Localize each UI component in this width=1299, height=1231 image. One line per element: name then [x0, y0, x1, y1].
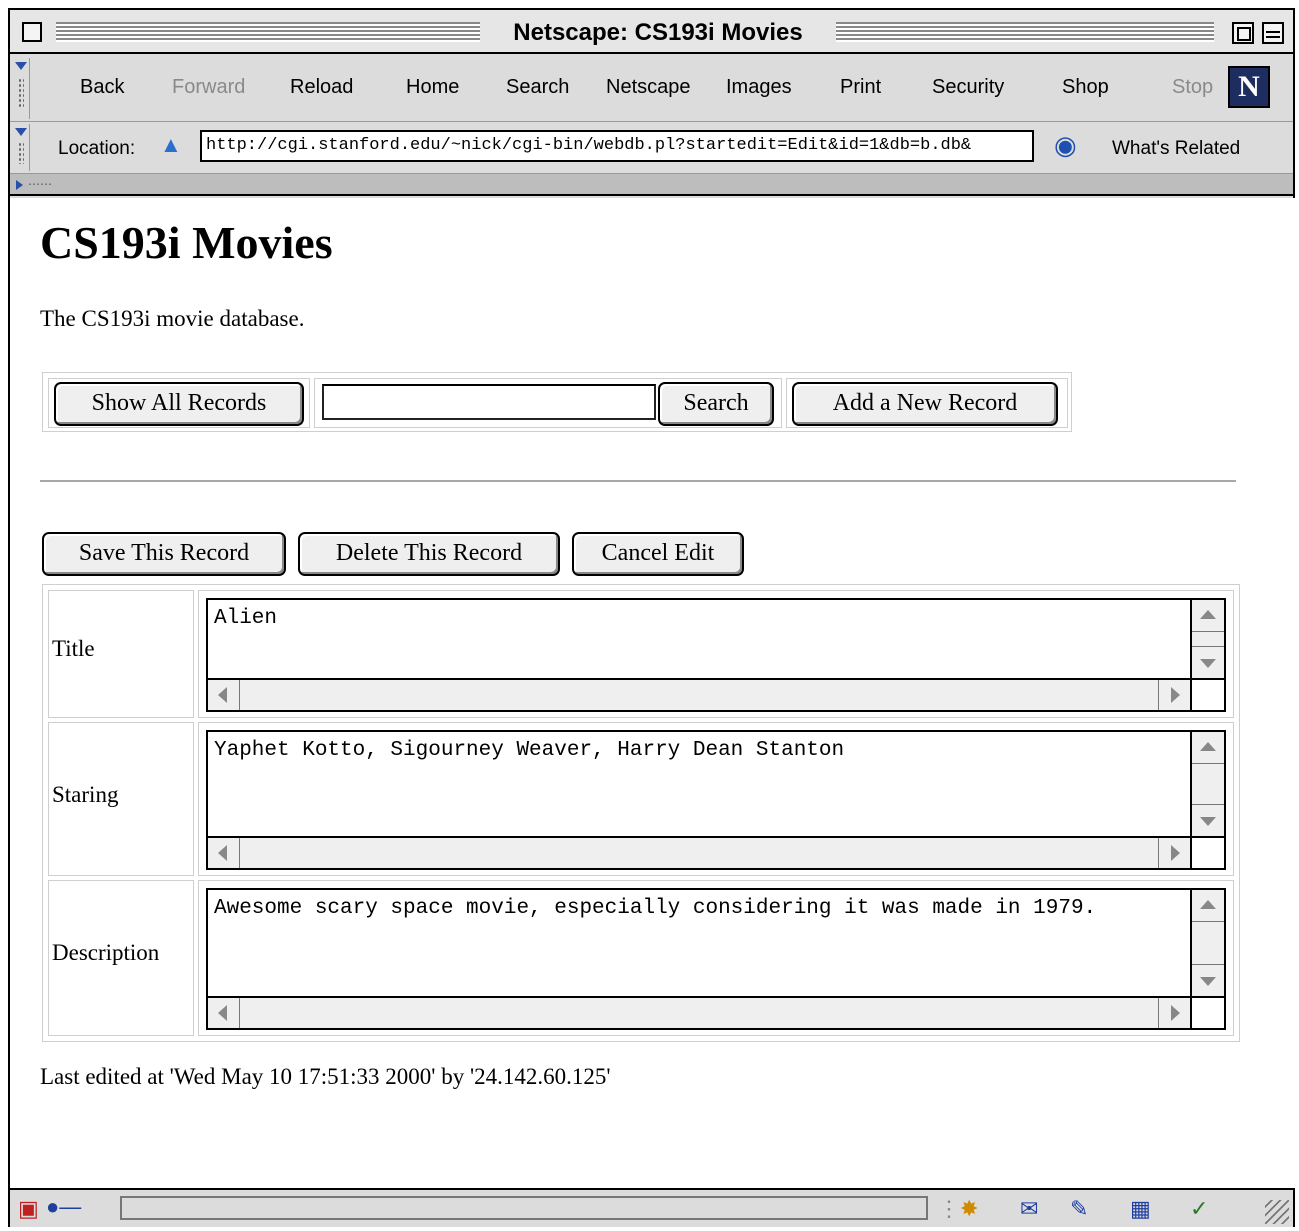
staring-textarea[interactable]: Yaphet Kotto, Sigourney Weaver, Harry De…	[206, 730, 1226, 870]
scrollbar-corner	[1190, 996, 1224, 1028]
field-label-staring: Staring	[52, 782, 119, 807]
save-record-button[interactable]: Save This Record	[42, 532, 286, 576]
scroll-up-arrow-icon[interactable]	[1192, 890, 1224, 922]
title-stripes-left	[56, 22, 480, 42]
last-edited-text: Last edited at 'Wed May 10 17:51:33 2000…	[40, 1064, 611, 1089]
discussions-icon[interactable]: ✎	[1070, 1196, 1088, 1222]
page-description: The CS193i movie database.	[40, 306, 305, 331]
search-submit-button[interactable]: Search	[658, 382, 774, 426]
scroll-right-arrow-icon[interactable]	[1158, 838, 1190, 868]
search-button[interactable]: Search	[506, 76, 569, 99]
images-button[interactable]: Images	[726, 76, 792, 99]
resize-grip-icon[interactable]	[1265, 1200, 1289, 1224]
whats-related-button[interactable]: What's Related	[1112, 138, 1240, 160]
scrollbar-corner	[1190, 836, 1224, 868]
vertical-scrollbar[interactable]	[1190, 732, 1224, 836]
title-value[interactable]: Alien	[214, 606, 1184, 632]
security-button[interactable]: Security	[932, 76, 1004, 99]
scroll-down-arrow-icon[interactable]	[1192, 964, 1224, 996]
close-box[interactable]	[22, 22, 42, 42]
scroll-left-arrow-icon[interactable]	[208, 838, 240, 868]
scroll-up-arrow-icon[interactable]	[1192, 732, 1224, 764]
connection-icon[interactable]: ●—	[46, 1194, 81, 1220]
title-bar[interactable]: Netscape: CS193i Movies	[10, 10, 1293, 54]
search-input[interactable]	[322, 384, 656, 420]
whats-related-icon[interactable]: ◉	[1054, 130, 1077, 161]
page-title: CS193i Movies	[40, 217, 333, 268]
navigation-toolbar: Back Forward Reload Home Search Netscape…	[10, 56, 1293, 122]
toolbar-grip[interactable]	[12, 58, 30, 119]
progress-grip-icon: ⋮	[938, 1196, 960, 1221]
status-bar: ▣ ●— ⋮ ✸ ✉ ✎ ▦ ✓	[10, 1188, 1293, 1227]
print-button[interactable]: Print	[840, 76, 881, 99]
expand-triangle-icon[interactable]	[16, 180, 23, 190]
horizontal-scrollbar[interactable]	[208, 996, 1190, 1028]
netscape-button[interactable]: Netscape	[606, 76, 691, 99]
bookmark-page-icon[interactable]: ▲	[160, 132, 182, 158]
reload-button[interactable]: Reload	[290, 76, 353, 99]
add-new-record-button[interactable]: Add a New Record	[792, 382, 1058, 426]
personal-toolbar-tab[interactable]: ⋯⋯	[28, 177, 52, 191]
scroll-left-arrow-icon[interactable]	[208, 680, 240, 710]
aim-icon[interactable]: ✓	[1190, 1196, 1208, 1222]
title-stripes-right	[836, 22, 1214, 42]
staring-value[interactable]: Yaphet Kotto, Sigourney Weaver, Harry De…	[214, 738, 1184, 764]
scrollbar-corner	[1190, 678, 1224, 710]
scroll-left-arrow-icon[interactable]	[208, 998, 240, 1028]
scroll-right-arrow-icon[interactable]	[1158, 680, 1190, 710]
horizontal-scrollbar[interactable]	[208, 678, 1190, 710]
url-field[interactable]: http://cgi.stanford.edu/~nick/cgi-bin/we…	[200, 130, 1034, 162]
netscape-logo-icon[interactable]: N	[1228, 66, 1270, 108]
composer-icon[interactable]: ▦	[1130, 1196, 1151, 1222]
stop-button[interactable]: Stop	[1172, 76, 1213, 99]
scroll-right-arrow-icon[interactable]	[1158, 998, 1190, 1028]
divider	[40, 480, 1236, 482]
field-label-title: Title	[52, 636, 95, 661]
shop-button[interactable]: Shop	[1062, 76, 1109, 99]
show-all-records-button[interactable]: Show All Records	[54, 382, 304, 426]
home-button[interactable]: Home	[406, 76, 459, 99]
delete-record-button[interactable]: Delete This Record	[298, 532, 560, 576]
mail-icon[interactable]: ✉	[1020, 1196, 1038, 1222]
location-grip[interactable]	[12, 124, 30, 171]
back-button[interactable]: Back	[80, 76, 124, 99]
zoom-box[interactable]	[1232, 22, 1254, 44]
status-text-field	[120, 1196, 928, 1220]
location-label: Location:	[58, 138, 136, 159]
scroll-down-arrow-icon[interactable]	[1192, 646, 1224, 678]
personal-toolbar[interactable]: ⋯⋯	[10, 174, 1293, 196]
navigator-icon[interactable]: ✸	[960, 1196, 978, 1222]
scroll-up-arrow-icon[interactable]	[1192, 600, 1224, 632]
forward-button[interactable]: Forward	[172, 76, 245, 99]
description-value[interactable]: Awesome scary space movie, especially co…	[214, 896, 1184, 922]
browser-window: Netscape: CS193i Movies Back Forward Rel…	[8, 8, 1295, 1227]
description-textarea[interactable]: Awesome scary space movie, especially co…	[206, 888, 1226, 1030]
window-title: Netscape: CS193i Movies	[480, 18, 836, 48]
vertical-scrollbar[interactable]	[1190, 890, 1224, 996]
page-content: CS193i Movies The CS193i movie database.…	[10, 198, 1295, 1188]
location-toolbar: Location: ▲ http://cgi.stanford.edu/~nic…	[10, 122, 1293, 174]
scroll-down-arrow-icon[interactable]	[1192, 804, 1224, 836]
field-label-description: Description	[52, 940, 160, 965]
horizontal-scrollbar[interactable]	[208, 836, 1190, 868]
cancel-edit-button[interactable]: Cancel Edit	[572, 532, 744, 576]
security-lock-icon[interactable]: ▣	[18, 1196, 39, 1222]
collapse-box[interactable]	[1262, 22, 1284, 44]
vertical-scrollbar[interactable]	[1190, 600, 1224, 678]
title-textarea[interactable]: Alien	[206, 598, 1226, 712]
